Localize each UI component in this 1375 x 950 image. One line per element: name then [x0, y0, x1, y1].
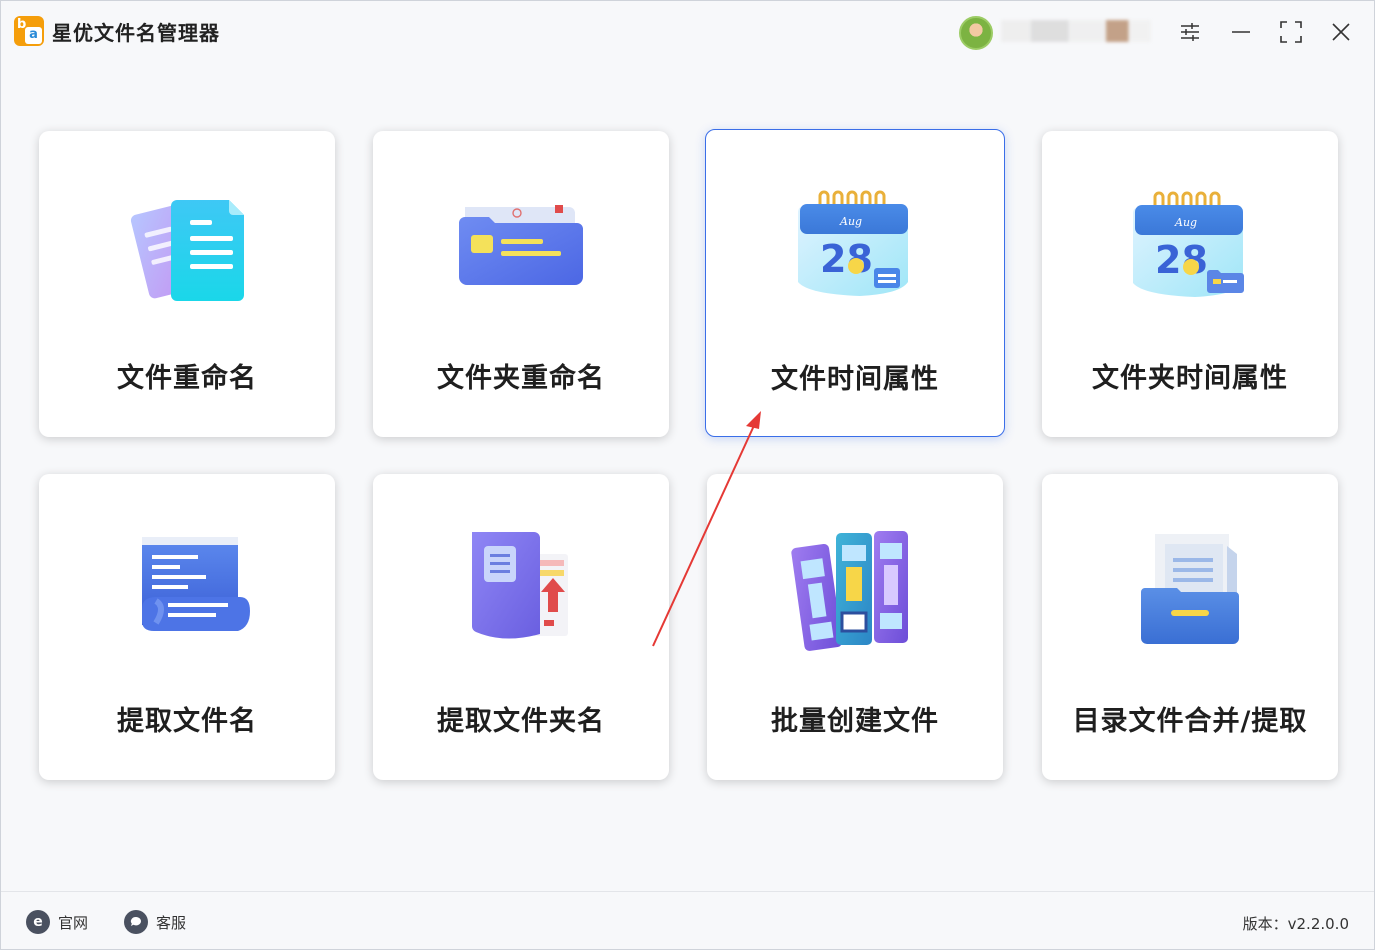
card-directory-merge-extract[interactable]: 目录文件合并/提取 [1042, 474, 1338, 780]
close-icon [1332, 23, 1350, 41]
svg-text:Aug: Aug [1174, 216, 1197, 229]
card-label: 提取文件夹名 [437, 706, 605, 737]
extract-foldername-icon [471, 532, 568, 639]
minimize-button[interactable] [1221, 13, 1261, 51]
card-file-time-attributes[interactable]: Aug 28 文件时间属性 [705, 129, 1005, 437]
svg-text:28: 28 [1155, 238, 1208, 282]
folder-rename-icon [459, 205, 583, 285]
user-name[interactable] [1001, 20, 1151, 42]
minimize-icon [1232, 31, 1250, 33]
card-label: 文件时间属性 [771, 364, 939, 395]
card-folder-time-attributes[interactable]: Aug 28 文件夹时间属性 [1042, 131, 1338, 437]
close-button[interactable] [1321, 13, 1361, 51]
avatar[interactable] [959, 16, 993, 50]
user-account[interactable] [959, 16, 1159, 50]
maximize-button[interactable] [1271, 13, 1311, 51]
card-label: 文件夹重命名 [437, 363, 605, 394]
batch-create-icon [791, 531, 908, 651]
card-label: 批量创建文件 [771, 706, 939, 737]
settings-icon [1181, 23, 1199, 41]
folder-calendar-icon: Aug 28 [1133, 191, 1244, 297]
version-text: 版本：v2.2.0.0 [1242, 915, 1349, 933]
extract-filename-icon [142, 537, 250, 631]
support-label: 客服 [156, 913, 187, 932]
card-extract-foldername[interactable]: 提取文件夹名 [373, 474, 669, 780]
card-batch-create-files[interactable]: 批量创建文件 [707, 474, 1003, 780]
chat-bubble-icon [124, 910, 148, 934]
app-title: 星优文件名管理器 [52, 21, 220, 45]
svg-text:Aug: Aug [839, 215, 862, 228]
footer: e 官网 客服 版本：v2.2.0.0 [1, 891, 1374, 950]
app-window: b a 星优文件名管理器 文件重命名 文件夹重命名 Aug 28 文件时间属性 … [0, 0, 1375, 950]
card-label: 文件夹时间属性 [1092, 363, 1288, 394]
svg-text:28: 28 [820, 237, 873, 281]
card-folder-rename[interactable]: 文件夹重命名 [373, 131, 669, 437]
card-label: 提取文件名 [117, 706, 257, 737]
website-link[interactable]: e 官网 [26, 910, 88, 934]
card-extract-filename[interactable]: 提取文件名 [39, 474, 335, 780]
card-label: 目录文件合并/提取 [1072, 706, 1308, 737]
app-logo-icon: b a [14, 16, 44, 46]
browser-e-icon: e [26, 910, 50, 934]
support-link[interactable]: 客服 [124, 910, 186, 934]
website-label: 官网 [58, 913, 89, 932]
card-label: 文件重命名 [117, 363, 257, 394]
settings-button[interactable] [1170, 13, 1210, 51]
directory-merge-icon [1141, 534, 1239, 644]
title-bar: b a 星优文件名管理器 [1, 1, 1374, 61]
file-rename-icon [130, 200, 244, 301]
file-calendar-icon: Aug 28 [798, 190, 908, 296]
maximize-icon [1280, 21, 1302, 43]
card-file-rename[interactable]: 文件重命名 [39, 131, 335, 437]
